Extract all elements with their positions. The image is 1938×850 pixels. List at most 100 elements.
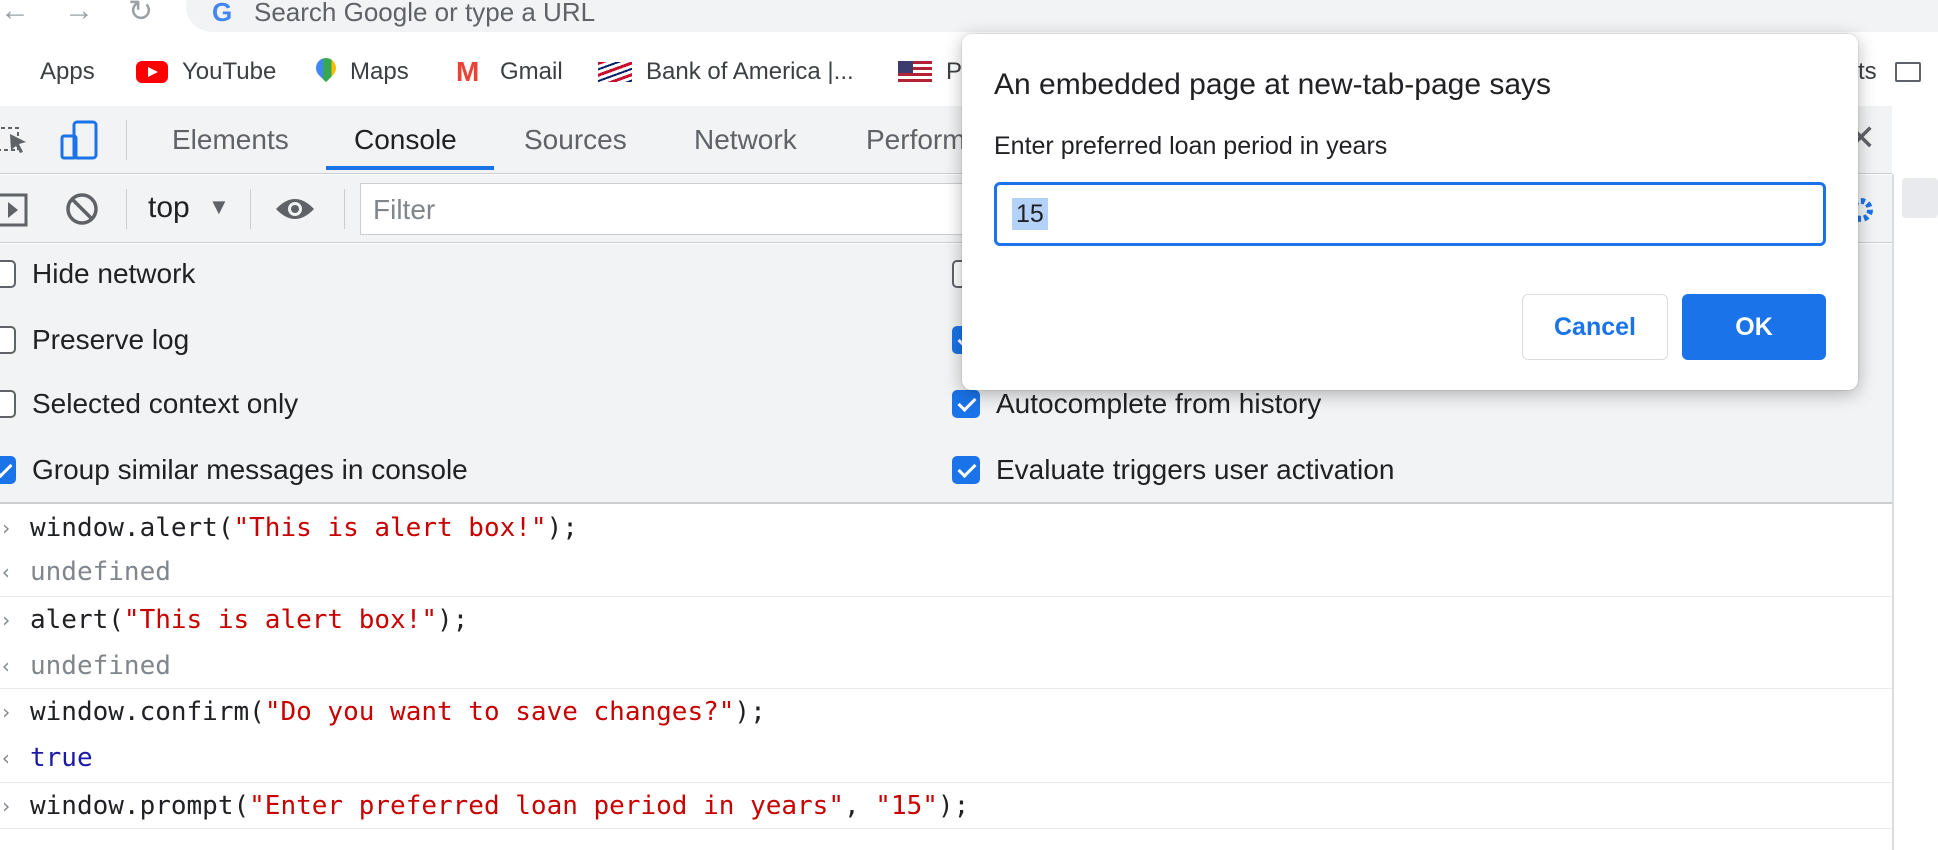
bookmark-label: Gmail [500, 58, 563, 85]
bookmark-apps[interactable]: Apps [0, 56, 95, 88]
apps-grid-icon [0, 59, 26, 85]
prompt-dialog: An embedded page at new-tab-page says En… [962, 34, 1858, 390]
code-tail: ); [937, 791, 970, 821]
checkbox[interactable] [0, 390, 16, 418]
back-arrow-icon[interactable]: ← [0, 0, 30, 28]
bookmark-maps[interactable]: Maps [316, 56, 409, 88]
context-selector[interactable]: top [148, 188, 190, 228]
setting-autocomplete-history[interactable]: Autocomplete from history [952, 384, 1321, 424]
input-chevron-icon: › [0, 794, 13, 818]
code-string: "This is alert box!" [233, 513, 547, 543]
tab-performance[interactable]: Perform [866, 106, 966, 174]
prompt-input[interactable] [994, 182, 1826, 246]
clear-console-icon[interactable] [64, 191, 100, 227]
input-chevron-icon: › [0, 516, 13, 540]
code-fn: window.prompt( [30, 791, 250, 821]
input-chevron-icon: › [0, 700, 13, 724]
setting-label: Preserve log [32, 324, 190, 355]
bookmark-p[interactable]: P [898, 56, 962, 88]
bank-of-america-icon [598, 62, 632, 82]
code-tail: ); [546, 513, 578, 543]
maps-pin-icon [316, 58, 336, 86]
checkbox[interactable] [0, 326, 16, 354]
gmail-icon: M [456, 56, 480, 87]
code-tail: ); [734, 697, 766, 727]
setting-hide-network[interactable]: Hide network [0, 254, 195, 294]
cancel-button[interactable]: Cancel [1522, 294, 1668, 360]
divider [0, 688, 1892, 689]
dialog-title: An embedded page at new-tab-page says [994, 68, 1552, 101]
code-string: "Do you want to save changes?" [264, 697, 735, 727]
folder-icon [1894, 62, 1921, 82]
console-result-line: undefined [30, 651, 171, 681]
divider [0, 828, 1892, 829]
setting-label: Group similar messages in console [32, 454, 468, 485]
eye-icon[interactable] [274, 193, 316, 225]
result-chevron-icon: ‹ [0, 746, 13, 770]
setting-preserve-log[interactable]: Preserve log [0, 320, 189, 360]
divider [0, 782, 1892, 783]
prompt-input-value: 15 [1012, 198, 1048, 230]
dialog-message: Enter preferred loan period in years [994, 132, 1388, 160]
checkbox[interactable] [952, 390, 980, 418]
bookmark-label: YouTube [182, 58, 277, 85]
setting-label: Evaluate triggers user activation [996, 454, 1395, 485]
omnibox-placeholder: Search Google or type a URL [254, 0, 596, 27]
bookmark-label: P [946, 58, 963, 85]
console-input-line: window.prompt("Enter preferred loan peri… [30, 788, 969, 824]
bookmark-gmail[interactable]: M Gmail [456, 56, 563, 88]
device-toolbar-icon[interactable] [60, 120, 100, 160]
filter-placeholder: Filter [373, 194, 436, 225]
console-input-line: window.alert("This is alert box!"); [30, 510, 578, 546]
setting-label: Selected context only [32, 388, 299, 419]
filter-input[interactable]: Filter [360, 183, 1060, 235]
divider [250, 189, 251, 229]
browser-toolbar: ← → ↻ G Search Google or type a URL [0, 0, 1938, 36]
setting-group-similar[interactable]: Group similar messages in console [0, 450, 468, 490]
bookmark-bank-of-america[interactable]: Bank of America |... [598, 56, 854, 88]
active-tab-indicator [326, 166, 494, 170]
result-chevron-icon: ‹ [0, 560, 13, 584]
console-output[interactable]: › window.alert("This is alert box!"); ‹ … [0, 506, 1892, 850]
tab-console[interactable]: Console [354, 106, 457, 174]
console-result-line: true [30, 743, 93, 773]
code-string: "This is alert box!" [123, 605, 437, 635]
code-sep: , [843, 791, 876, 821]
inspect-element-icon[interactable] [0, 124, 30, 156]
input-chevron-icon: › [0, 608, 13, 632]
setting-label: Hide network [32, 258, 196, 289]
dropdown-triangle-icon[interactable]: ▼ [208, 192, 230, 222]
divider [344, 189, 345, 229]
code-fn: window.alert( [30, 513, 234, 543]
ok-button[interactable]: OK [1682, 294, 1826, 360]
console-result-line: undefined [30, 557, 171, 587]
omnibox[interactable]: G Search Google or type a URL [186, 0, 1938, 32]
reload-icon[interactable]: ↻ [128, 0, 153, 29]
console-input-line: window.confirm("Do you want to save chan… [30, 694, 766, 730]
scrollbar-thumb[interactable] [1902, 178, 1938, 218]
setting-selected-context-only[interactable]: Selected context only [0, 384, 298, 424]
checkbox[interactable] [952, 456, 980, 484]
code-fn: window.confirm( [30, 697, 265, 727]
forward-arrow-icon[interactable]: → [64, 0, 94, 28]
divider [126, 189, 127, 229]
bookmark-label: Maps [350, 58, 409, 85]
code-string: "15" [875, 791, 938, 821]
console-input-line: alert("This is alert box!"); [30, 602, 468, 638]
setting-evaluate-triggers[interactable]: Evaluate triggers user activation [952, 450, 1394, 490]
setting-label: Autocomplete from history [996, 388, 1322, 419]
bookmark-youtube[interactable]: YouTube [136, 56, 276, 88]
bookmark-label: Apps [40, 58, 95, 85]
google-g-icon: G [212, 0, 233, 27]
checkbox[interactable] [0, 456, 16, 484]
scrollbar[interactable] [1892, 174, 1938, 850]
divider [126, 120, 127, 160]
us-flag-icon [898, 61, 932, 83]
tab-network[interactable]: Network [694, 106, 797, 174]
checkbox[interactable] [0, 260, 16, 288]
tab-sources[interactable]: Sources [524, 106, 627, 174]
code-string: "Enter preferred loan period in years" [249, 791, 844, 821]
sidebar-toggle-icon[interactable] [0, 193, 30, 227]
tab-elements[interactable]: Elements [172, 106, 289, 174]
bookmark-label: Bank of America |... [646, 58, 854, 85]
